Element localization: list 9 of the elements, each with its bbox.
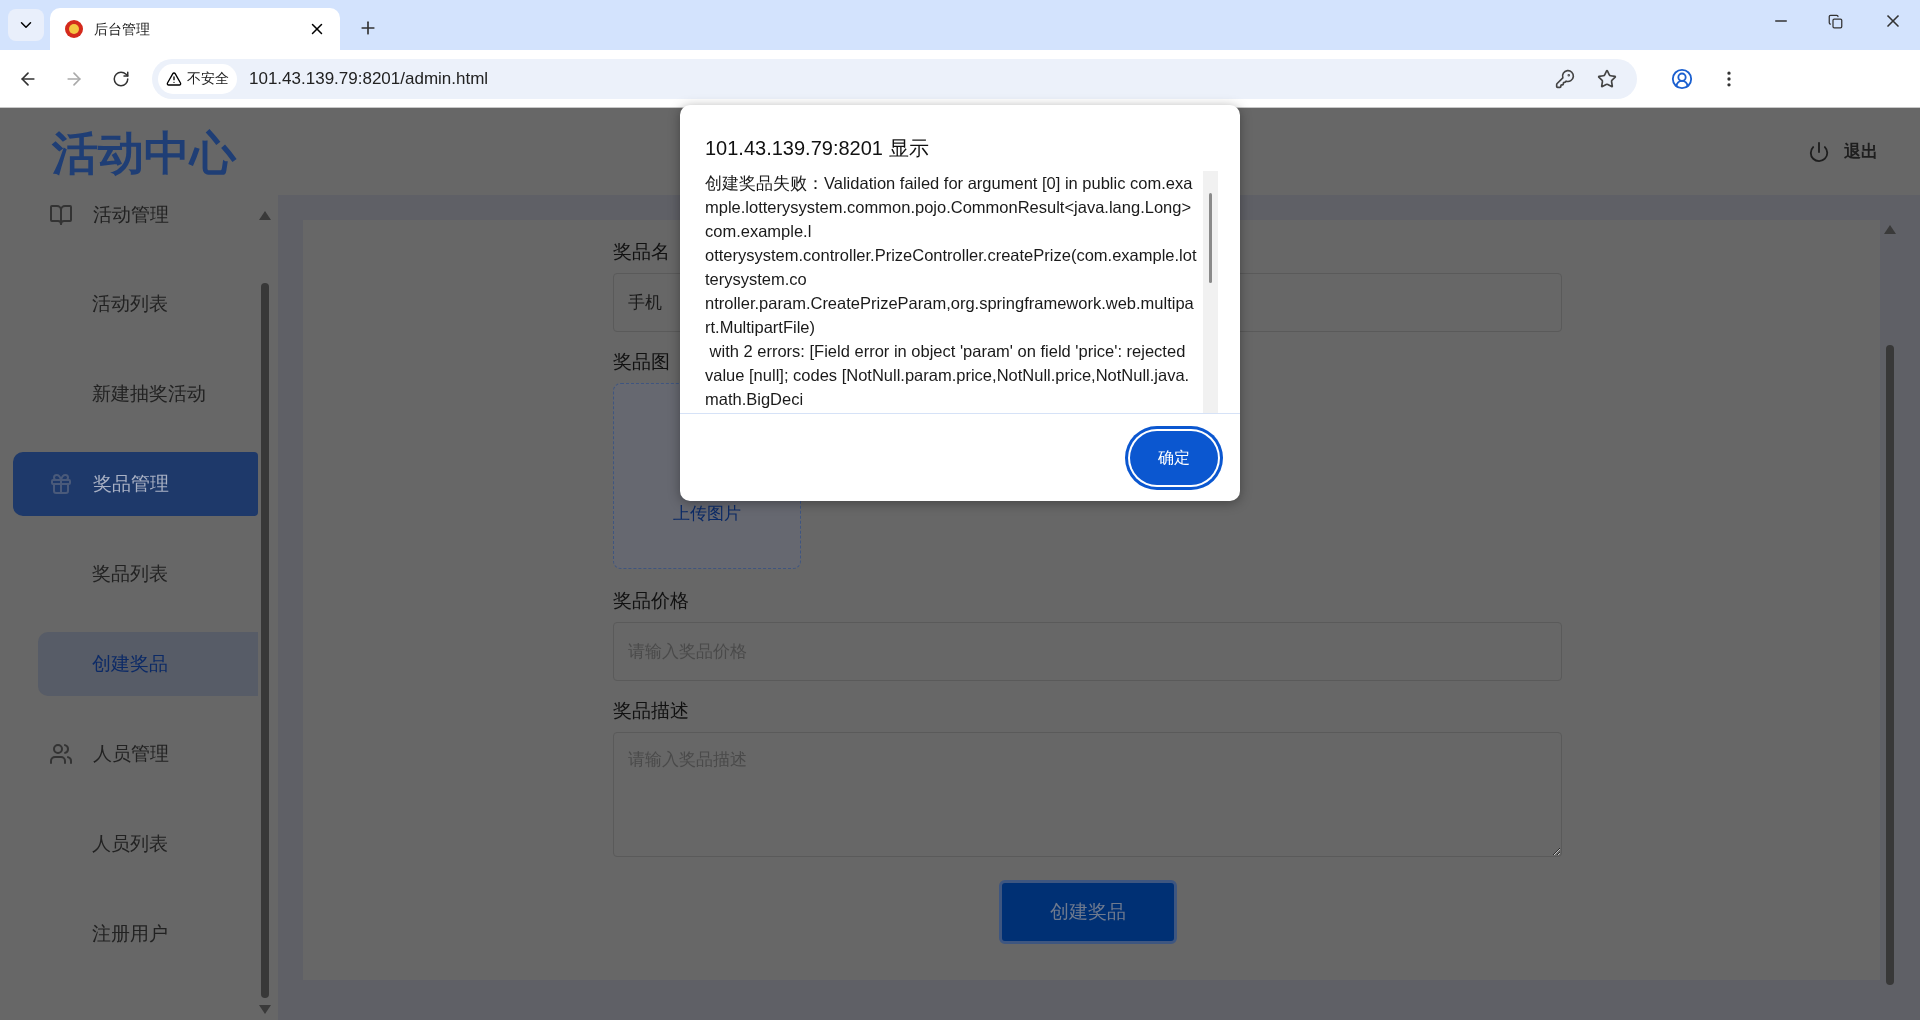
dialog-message: 创建奖品失败：Validation failed for argument [0] in public com.example.lotterysystem.common.pojo.CommonResult<java.lang.Long> com.example.l otterysystem.controller.PrizeController.createPrize(com.example.lotterysystem.co ntroller.param.CreatePrizeParam,org.springframework.web.multipart.MultipartFile) with 2 errors: [Field error in object 'param' on field 'price': rejected value [null]; codes [NotNull.param.price,NotNull.price,NotNull.java.math.BigDeci (705, 173, 1197, 410)
dialog-title: 101.43.139.79:8201 显示 (705, 136, 929, 161)
field-label: 奖品价格 (613, 591, 689, 610)
field-label: 奖品名 (613, 242, 670, 261)
logo-text: 活动中心 (51, 125, 238, 181)
field-label: 奖品图 (613, 352, 670, 371)
field-label: 奖品描述 (613, 701, 689, 720)
upload-text: 上传图片 (673, 502, 741, 525)
url-text: 101.43.139.79:8201/admin.html (249, 67, 489, 90)
